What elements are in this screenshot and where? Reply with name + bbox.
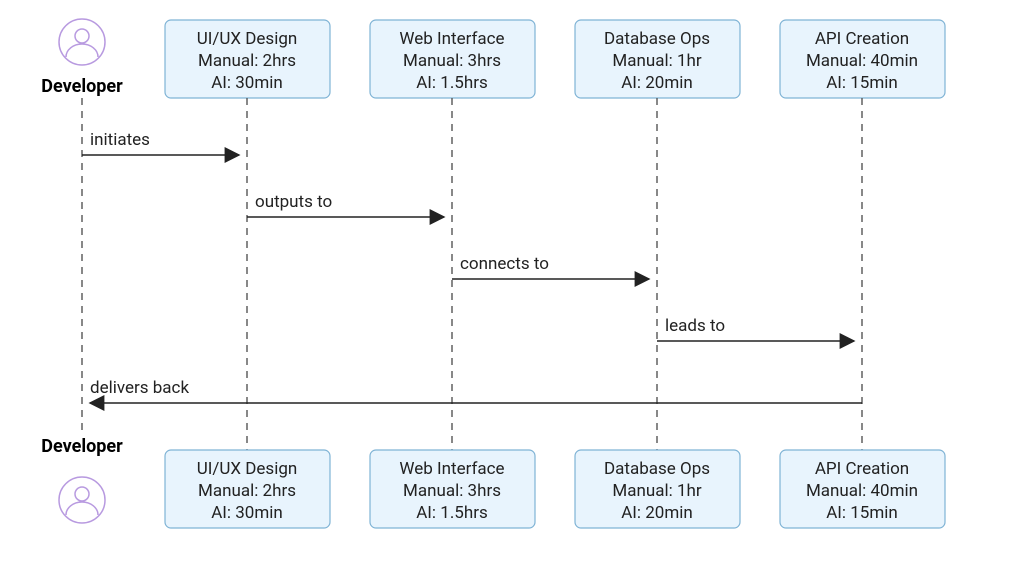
message-arrow: connects to [452, 254, 649, 279]
participant-box: Web Interface Manual: 3hrs AI: 1.5hrs [370, 450, 535, 528]
participant-ai: AI: 1.5hrs [416, 73, 488, 93]
message-label: leads to [665, 316, 725, 336]
user-icon [66, 44, 98, 57]
actor-top: Developer [41, 19, 123, 97]
participant-title: Database Ops [604, 29, 710, 49]
actor-label-top: Developer [41, 76, 123, 97]
message-arrow: leads to [657, 316, 854, 341]
participant-ai: AI: 30min [211, 503, 283, 523]
participant-box: Database Ops Manual: 1hr AI: 20min [575, 450, 740, 528]
participant-manual: Manual: 2hrs [198, 51, 296, 71]
participant-manual: Manual: 40min [806, 481, 918, 501]
message-arrow: initiates [82, 130, 239, 155]
participant-manual: Manual: 40min [806, 51, 918, 71]
participant-ai: AI: 15min [826, 503, 898, 523]
actor-label-bottom: Developer [41, 436, 123, 457]
participant-ai: AI: 1.5hrs [416, 503, 488, 523]
participant-box: API Creation Manual: 40min AI: 15min [780, 450, 945, 528]
participant-ai: AI: 15min [826, 73, 898, 93]
participant-manual: Manual: 3hrs [403, 481, 501, 501]
participant-box: Web Interface Manual: 3hrs AI: 1.5hrs [370, 20, 535, 98]
participant-title: UI/UX Design [197, 29, 298, 49]
participant-title: Web Interface [399, 29, 504, 49]
message-label: outputs to [255, 192, 332, 212]
participant-ai: AI: 20min [621, 503, 693, 523]
actor-bottom: Developer [41, 436, 123, 523]
user-icon [75, 29, 89, 43]
participant-manual: Manual: 3hrs [403, 51, 501, 71]
participant-title: UI/UX Design [197, 459, 298, 479]
participant-ai: AI: 20min [621, 73, 693, 93]
participant-box: Database Ops Manual: 1hr AI: 20min [575, 20, 740, 98]
user-icon [75, 487, 89, 501]
participant-box: UI/UX Design Manual: 2hrs AI: 30min [165, 450, 330, 528]
user-icon [59, 19, 105, 65]
participant-title: Database Ops [604, 459, 710, 479]
participant-manual: Manual: 1hr [612, 481, 701, 501]
participant-ai: AI: 30min [211, 73, 283, 93]
participant-title: API Creation [815, 29, 909, 49]
message-arrow: outputs to [247, 192, 444, 217]
participant-title: Web Interface [399, 459, 504, 479]
participant-box: API Creation Manual: 40min AI: 15min [780, 20, 945, 98]
message-label: connects to [460, 254, 549, 274]
sequence-diagram: Developer UI/UX Design Manual: 2hrs AI: … [0, 0, 1024, 572]
participant-manual: Manual: 2hrs [198, 481, 296, 501]
participant-title: API Creation [815, 459, 909, 479]
message-arrow: delivers back [90, 378, 862, 403]
message-label: initiates [90, 130, 150, 150]
participant-box: UI/UX Design Manual: 2hrs AI: 30min [165, 20, 330, 98]
message-label: delivers back [90, 378, 189, 398]
user-icon [66, 502, 98, 515]
user-icon [59, 477, 105, 523]
participant-manual: Manual: 1hr [612, 51, 701, 71]
